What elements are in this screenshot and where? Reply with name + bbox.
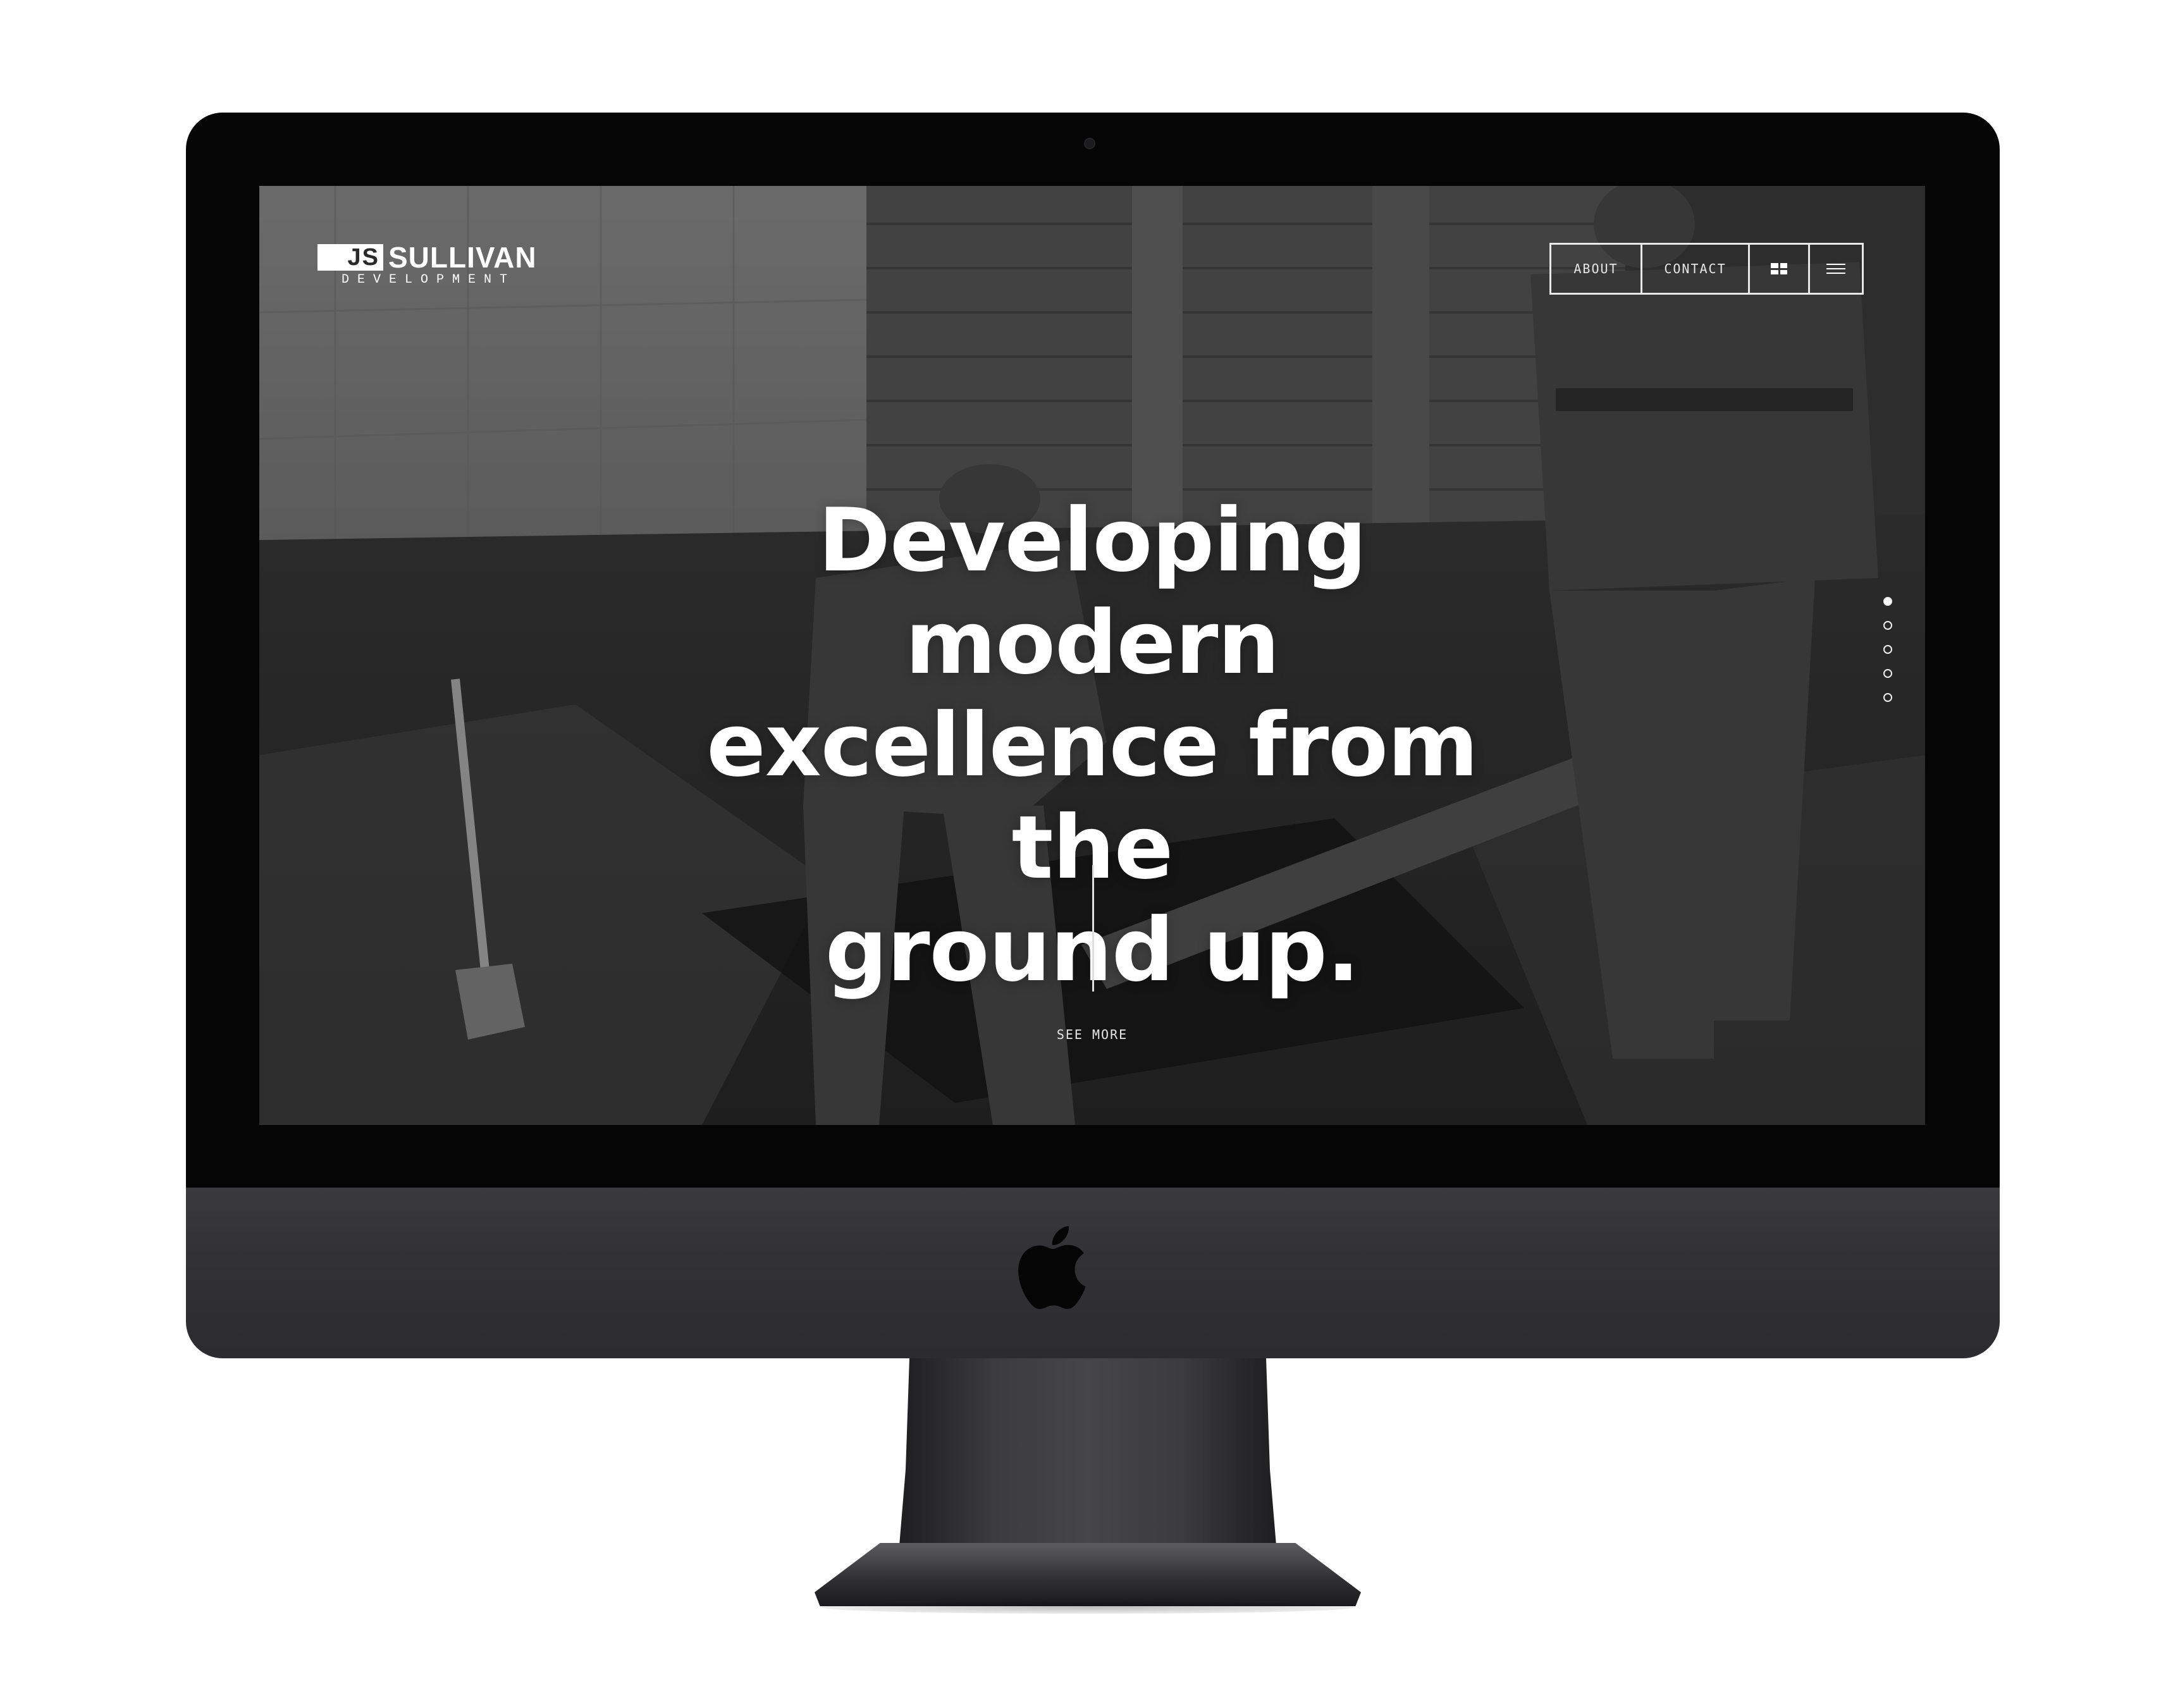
monitor-stand-neck (898, 1358, 1277, 1561)
slide-pagination (1883, 597, 1896, 717)
hamburger-menu-icon (1826, 264, 1845, 274)
nav-about-link[interactable]: ABOUT (1551, 245, 1641, 293)
nav-contact-link[interactable]: CONTACT (1641, 245, 1748, 293)
logo-tagline: DEVELOPMENT (342, 273, 516, 287)
slide-dot-2[interactable] (1883, 621, 1892, 630)
slide-dot-3[interactable] (1883, 645, 1892, 654)
screen: JS SULLIVAN DEVELOPMENT ABOUT CONTACT De… (259, 186, 1925, 1125)
camera-icon (1084, 138, 1095, 149)
scroll-indicator-line (1092, 865, 1094, 992)
menu-button[interactable] (1808, 245, 1862, 293)
slide-dot-5[interactable] (1883, 693, 1892, 702)
logo-mark: JS (317, 244, 383, 271)
logo-wordmark: SULLIVAN (388, 241, 537, 274)
grid-view-button[interactable] (1748, 245, 1808, 293)
headline-line-1: Developing modern (818, 489, 1367, 694)
top-navigation: ABOUT CONTACT (1549, 243, 1864, 295)
monitor-stand-foot (815, 1543, 1361, 1606)
grid-icon (1771, 263, 1787, 274)
see-more-link[interactable]: SEE MORE (1029, 1027, 1155, 1042)
site-logo[interactable]: JS SULLIVAN DEVELOPMENT (317, 241, 551, 288)
slide-dot-4[interactable] (1883, 669, 1892, 678)
monitor-chin (186, 1188, 2000, 1358)
apple-logo-icon (1018, 1226, 1086, 1309)
stand-shadow (822, 1601, 1353, 1614)
slide-dot-1[interactable] (1883, 597, 1892, 606)
